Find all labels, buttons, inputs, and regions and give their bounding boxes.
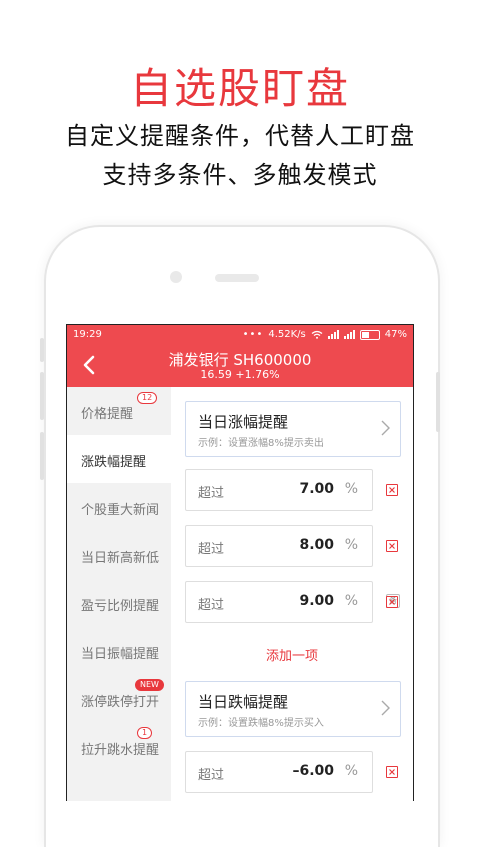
camera-icon: [170, 271, 182, 283]
speaker-grille: [215, 274, 259, 282]
card-title: 当日跌幅提醒: [198, 693, 289, 711]
close-icon: [389, 769, 395, 775]
condition-input-row[interactable]: 超过 7.00 %: [185, 469, 373, 511]
card-title: 当日涨幅提醒: [198, 413, 289, 431]
sidebar-item-label: 当日振幅提醒: [81, 647, 160, 662]
content-panel: 当日涨幅提醒 示例：设置涨幅8%提示卖出 超过 7.00 % 超过 8.00 %…: [171, 387, 413, 801]
delete-row-button[interactable]: [386, 766, 398, 778]
condition-value: –6.00: [292, 763, 334, 779]
condition-unit: %: [344, 593, 358, 609]
condition-label: 超过: [198, 542, 225, 557]
sidebar-item-label: 当日新高新低: [81, 551, 160, 566]
sidebar-item-label: 涨跌幅提醒: [81, 455, 147, 470]
battery-percent: 47%: [384, 329, 407, 340]
condition-input-row[interactable]: 超过 8.00 %: [185, 525, 373, 567]
sidebar-item-change-alert[interactable]: 涨跌幅提醒: [67, 435, 171, 483]
delete-row-button[interactable]: [386, 484, 398, 496]
sidebar-item-label: 价格提醒: [81, 407, 134, 422]
card-desc: 示例：设置跌幅8%提示买入: [198, 718, 324, 729]
promo-subtitle-1: 自定义提醒条件，代替人工盯盘: [65, 122, 415, 150]
card-desc: 示例：设置涨幅8%提示卖出: [198, 438, 324, 449]
chevron-right-icon: [381, 420, 390, 436]
delete-row-button[interactable]: [386, 596, 398, 608]
condition-value: 8.00: [299, 537, 334, 553]
rise-alert-card[interactable]: 当日涨幅提醒 示例：设置涨幅8%提示卖出: [185, 401, 401, 457]
stock-title: 浦发银行 SH600000: [168, 351, 312, 369]
chevron-right-icon: [381, 700, 390, 716]
app-header: 浦发银行 SH600000 16.59 +1.76%: [67, 345, 413, 387]
count-badge: 12: [137, 392, 158, 404]
close-icon: [389, 543, 395, 549]
sidebar-item-price-alert[interactable]: 价格提醒 12: [67, 387, 171, 435]
phone-button-right: [436, 372, 440, 432]
phone-button-left-3: [40, 432, 44, 480]
condition-unit: %: [344, 763, 358, 779]
status-time: 19:29: [73, 329, 102, 340]
promo-subtitle-2: 支持多条件、多触发模式: [102, 161, 378, 189]
condition-label: 超过: [198, 486, 225, 501]
count-badge: 1: [137, 727, 153, 739]
wifi-icon: [311, 330, 323, 339]
condition-label: 超过: [198, 598, 225, 613]
sidebar-item-label: 盈亏比例提醒: [81, 599, 160, 614]
sidebar-item-high-low[interactable]: 当日新高新低: [67, 531, 171, 579]
status-bar: 19:29 ••• 4.52K/s 47%: [67, 325, 413, 345]
new-badge: NEW: [135, 679, 164, 691]
add-item-button[interactable]: 添加一项: [171, 645, 413, 664]
battery-icon: [359, 329, 380, 340]
delete-row-button[interactable]: [386, 540, 398, 552]
sidebar-item-surge-dive[interactable]: 拉升跳水提醒 1: [67, 723, 171, 771]
condition-unit: %: [344, 537, 358, 553]
condition-unit: %: [344, 481, 358, 497]
phone-button-left-1: [40, 338, 44, 362]
sidebar-item-amplitude[interactable]: 当日振幅提醒: [67, 627, 171, 675]
app-screen: 19:29 ••• 4.52K/s 47% 浦发银行 SH600000 16.5…: [66, 324, 414, 801]
promo-title: 自选股盯盘: [129, 64, 350, 113]
sidebar-item-label: 涨停跌停打开: [81, 695, 160, 710]
sidebar-item-major-news[interactable]: 个股重大新闻: [67, 483, 171, 531]
fall-alert-card[interactable]: 当日跌幅提醒 示例：设置跌幅8%提示买入: [185, 681, 401, 737]
status-dots: •••: [242, 329, 264, 340]
sidebar-item-profit-loss[interactable]: 盈亏比例提醒: [67, 579, 171, 627]
condition-label: 超过: [198, 768, 225, 783]
condition-value: 7.00: [299, 481, 334, 497]
sidebar: 价格提醒 12 涨跌幅提醒 个股重大新闻 当日新高新低 盈亏比例提醒 当日振幅提…: [67, 387, 171, 801]
signal-icon: [327, 330, 339, 339]
condition-value: 9.00: [299, 593, 334, 609]
condition-input-row[interactable]: 超过 9.00 % 备: [185, 581, 400, 623]
close-icon: [389, 487, 395, 493]
close-icon: [389, 599, 395, 605]
phone-button-left-2: [40, 372, 44, 420]
stock-quote: 16.59 +1.76%: [200, 368, 280, 381]
sidebar-item-label: 个股重大新闻: [81, 503, 160, 518]
condition-input-row[interactable]: 超过 –6.00 %: [185, 751, 373, 793]
sidebar-item-label: 拉升跳水提醒: [81, 743, 160, 758]
network-speed: 4.52K/s: [268, 329, 306, 340]
sidebar-item-limit-open[interactable]: 涨停跌停打开 NEW: [67, 675, 171, 723]
signal-icon-2: [343, 330, 355, 339]
